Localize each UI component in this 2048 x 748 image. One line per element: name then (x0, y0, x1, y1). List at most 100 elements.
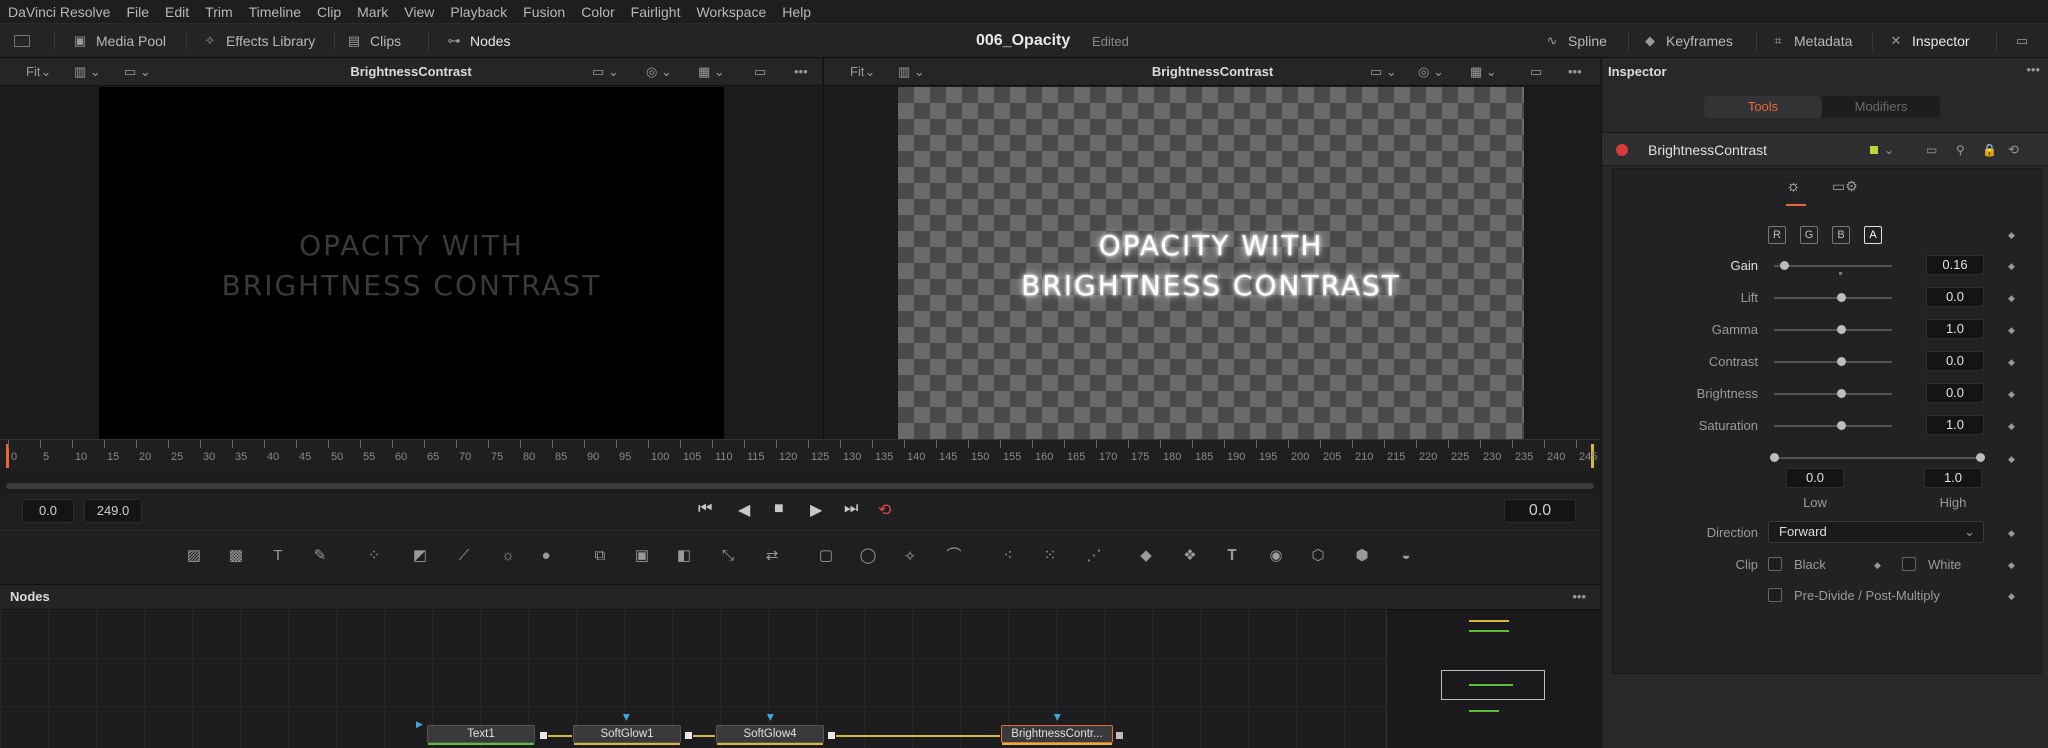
brightness-value[interactable]: 0.0 (1926, 383, 1984, 403)
imageplane3d-tool-icon[interactable]: ⬡ (1306, 545, 1330, 567)
channel-b-button[interactable]: B (1832, 226, 1850, 244)
color-curves-tool-icon[interactable]: ⟋ (452, 545, 476, 567)
text3d-tool-icon[interactable]: 𝐓 (1220, 545, 1244, 567)
viewer2-color-icon[interactable]: ◎ ⌄ (1418, 58, 1444, 86)
node-softglow4[interactable]: SoftGlow4 (716, 725, 824, 745)
clips-button[interactable]: ▤ Clips (344, 24, 401, 58)
viewer2-roi-icon[interactable]: ▭ ⌄ (1370, 58, 1397, 86)
range-low-value[interactable]: 0.0 (1786, 468, 1844, 488)
gamma-value[interactable]: 1.0 (1926, 319, 1984, 339)
color-corrector-tool-icon[interactable]: ● (534, 545, 558, 567)
node-brightnesscontrast[interactable]: BrightnessContr... (1001, 725, 1113, 745)
gain-slider[interactable] (1774, 265, 1892, 267)
fullscreen-button[interactable]: ▭ (2012, 24, 2038, 58)
saturation-slider[interactable] (1774, 425, 1892, 427)
channel-g-button[interactable]: G (1800, 226, 1818, 244)
direction-dropdown[interactable]: Forward ⌄ (1768, 521, 1984, 543)
viewer1[interactable]: OPACITY WITH BRIGHTNESS CONTRAST (0, 87, 822, 439)
channel-r-button[interactable]: R (1768, 226, 1786, 244)
pin-icon[interactable]: ⚲ (1956, 133, 1965, 167)
rectangle-mask-icon[interactable]: ▢ (814, 545, 838, 567)
menu-color[interactable]: Color (581, 4, 614, 20)
viewer2-more-icon[interactable]: ••• (1568, 58, 1582, 86)
menu-help[interactable]: Help (782, 4, 811, 20)
channels-keyframe-icon[interactable]: ◆ (2008, 230, 2015, 241)
color-dropdown-icon[interactable]: ⌄ (1884, 133, 1894, 167)
resize-tool-icon[interactable]: ⤡ (716, 545, 740, 567)
viewer1-single-icon[interactable]: ▭ (754, 58, 766, 86)
direction-keyframe-icon[interactable]: ◆ (2008, 528, 2015, 539)
inspector-more-icon[interactable]: ••• (2026, 62, 2040, 77)
clip-white-keyframe-icon[interactable]: ◆ (2008, 560, 2015, 571)
viewer2[interactable]: OPACITY WITH BRIGHTNESS CONTRAST (823, 87, 1600, 439)
menu-workspace[interactable]: Workspace (696, 4, 766, 20)
matte-control-tool-icon[interactable]: ◧ (672, 545, 696, 567)
saturation-keyframe-icon[interactable]: ◆ (2008, 421, 2015, 432)
tab-modifiers[interactable]: Modifiers (1822, 96, 1940, 118)
media-pool-button[interactable]: ▣ Media Pool (70, 24, 166, 58)
inspector-button[interactable]: ✕ Inspector (1886, 24, 1970, 58)
contrast-slider[interactable] (1774, 361, 1892, 363)
transform-tool-icon[interactable]: ⇄ (760, 545, 784, 567)
range-high-value[interactable]: 1.0 (1924, 468, 1982, 488)
gain-value[interactable]: 0.16 (1926, 255, 1984, 275)
time-ruler[interactable]: 0 5 10 15 20 25 30 35 40 45 50 55 60 65 70 75 80 85 90 95 10… (0, 439, 1600, 471)
saturation-knob[interactable] (1837, 421, 1846, 430)
gamma-keyframe-icon[interactable]: ◆ (2008, 325, 2015, 336)
tab-tools[interactable]: Tools (1704, 96, 1822, 118)
predivide-checkbox[interactable] (1768, 588, 1782, 602)
viewer2-grid-icon[interactable]: ▦ ⌄ (1470, 58, 1497, 86)
lift-knob[interactable] (1837, 293, 1846, 302)
particles-tool-icon[interactable]: ⁘ (362, 545, 386, 567)
ellipse-mask-icon[interactable]: ◯ (856, 545, 880, 567)
range-low-knob[interactable] (1770, 453, 1779, 462)
clip-white-checkbox[interactable] (1902, 557, 1916, 571)
panel-toggle-button[interactable] (14, 24, 36, 58)
stop-icon[interactable]: ■ (774, 500, 784, 518)
menu-playback[interactable]: Playback (450, 4, 507, 20)
menu-fairlight[interactable]: Fairlight (631, 4, 681, 20)
merge-tool-icon[interactable]: ⧉ (588, 545, 612, 567)
viewer2-single-icon[interactable]: ▭ (1530, 58, 1542, 86)
node-minimap[interactable] (1386, 610, 1600, 748)
keyframes-button[interactable]: ◆ Keyframes (1640, 24, 1733, 58)
nodes-more-icon[interactable]: ••• (1572, 585, 1586, 609)
menu-app[interactable]: DaVinci Resolve (8, 4, 110, 20)
text-tool-icon[interactable]: T (266, 545, 290, 567)
timeline-scrub-bar[interactable] (6, 483, 1594, 489)
effects-library-button[interactable]: ✧ Effects Library (200, 24, 316, 58)
particle-emitter-icon[interactable]: ⁖ (996, 545, 1020, 567)
node-softglow1[interactable]: SoftGlow1 (573, 725, 681, 745)
menu-edit[interactable]: Edit (165, 4, 189, 20)
range-high-knob[interactable] (1976, 453, 1985, 462)
contrast-knob[interactable] (1837, 357, 1846, 366)
menu-trim[interactable]: Trim (205, 4, 232, 20)
contrast-keyframe-icon[interactable]: ◆ (2008, 357, 2015, 368)
loop-icon[interactable]: ⟲ (878, 500, 891, 520)
lift-slider[interactable] (1774, 297, 1892, 299)
merge3d-tool-icon[interactable]: ❖ (1178, 545, 1202, 567)
current-time-field[interactable]: 0.0 (1504, 499, 1576, 523)
paint-bg-tool-icon[interactable]: ▩ (224, 545, 248, 567)
tool-color-swatch[interactable] (1870, 146, 1878, 154)
gain-knob[interactable] (1780, 261, 1789, 270)
viewer1-more-icon[interactable]: ••• (794, 58, 808, 86)
range-slider[interactable] (1774, 457, 1982, 459)
go-to-start-icon[interactable]: ⏮ (698, 500, 712, 518)
lift-value[interactable]: 0.0 (1926, 287, 1984, 307)
menu-clip[interactable]: Clip (317, 4, 341, 20)
play-reverse-icon[interactable]: ◀ (738, 500, 750, 520)
viewer1-color-icon[interactable]: ◎ ⌄ (646, 58, 672, 86)
spotlight-tool-icon[interactable]: ◒ (1394, 545, 1418, 567)
background-tool-icon[interactable]: ▨ (182, 545, 206, 567)
predivide-keyframe-icon[interactable]: ◆ (2008, 591, 2015, 602)
menu-view[interactable]: View (404, 4, 434, 20)
channel-a-button[interactable]: A (1864, 226, 1882, 244)
menu-file[interactable]: File (126, 4, 149, 20)
metadata-button[interactable]: ⌗ Metadata (1768, 24, 1852, 58)
saturation-value[interactable]: 1.0 (1926, 415, 1984, 435)
lock-icon[interactable]: 🔒 (1982, 133, 1997, 167)
camera3d-tool-icon[interactable]: ◉ (1264, 545, 1288, 567)
brightness-keyframe-icon[interactable]: ◆ (2008, 389, 2015, 400)
spline-button[interactable]: ∿ Spline (1542, 24, 1607, 58)
